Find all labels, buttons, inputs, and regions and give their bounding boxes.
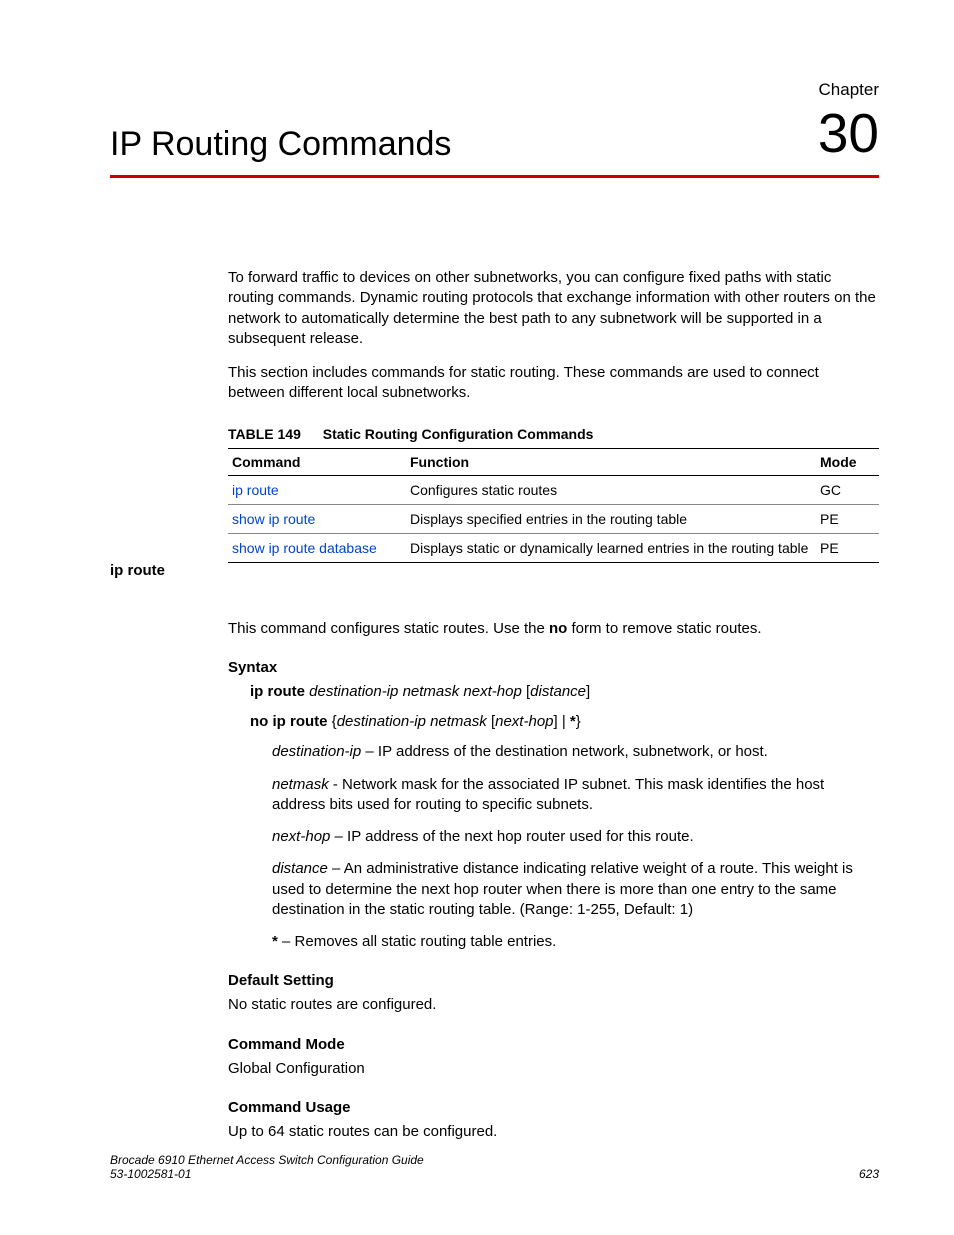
- syntax-text: [: [487, 713, 495, 730]
- intro-paragraph-1: To forward traffic to devices on other s…: [228, 268, 879, 349]
- syntax-args: distance: [530, 683, 586, 700]
- table-head-command: Command: [228, 448, 406, 475]
- syntax-args: destination-ip netmask: [337, 713, 487, 730]
- param-next-hop: next-hop – IP address of the next hop ro…: [272, 827, 879, 847]
- param-desc: - Network mask for the associated IP sub…: [272, 776, 824, 813]
- cmd-func: Displays static or dynamically learned e…: [406, 533, 816, 562]
- desc-text: This command configures static routes. U…: [228, 620, 549, 637]
- header-rule: [110, 175, 879, 178]
- param-name: destination-ip: [272, 743, 361, 760]
- syntax-text: ] |: [554, 713, 570, 730]
- desc-text: form to remove static routes.: [567, 620, 761, 637]
- syntax-text: ]: [586, 683, 590, 700]
- syntax-text: [: [522, 683, 530, 700]
- cmd-link-show-ip-route-database[interactable]: show ip route database: [232, 540, 377, 556]
- cmd-mode: PE: [816, 504, 879, 533]
- cmd-func: Displays specified entries in the routin…: [406, 504, 816, 533]
- param-name: next-hop: [272, 828, 330, 845]
- command-usage-text: Up to 64 static routes can be configured…: [228, 1122, 879, 1142]
- param-destination-ip: destination-ip – IP address of the desti…: [272, 742, 879, 762]
- chapter-label: Chapter: [818, 80, 879, 100]
- syntax-cmd: ip route: [250, 683, 309, 700]
- table-head-mode: Mode: [816, 448, 879, 475]
- table-title: Static Routing Configuration Commands: [323, 426, 594, 442]
- param-netmask: netmask - Network mask for the associate…: [272, 775, 879, 816]
- table-row: ip route Configures static routes GC: [228, 475, 879, 504]
- footer-doc-id: 53-1002581-01: [110, 1167, 424, 1181]
- page-footer: Brocade 6910 Ethernet Access Switch Conf…: [110, 1153, 879, 1181]
- syntax-args: destination-ip netmask next-hop: [309, 683, 522, 700]
- param-asterisk: * – Removes all static routing table ent…: [272, 932, 879, 952]
- chapter-header: IP Routing Commands Chapter 30: [110, 80, 879, 175]
- syntax-cmd: no ip route: [250, 713, 332, 730]
- syntax-args: next-hop: [495, 713, 553, 730]
- commands-table: Command Function Mode ip route Configure…: [228, 448, 879, 563]
- param-distance: distance – An administrative distance in…: [272, 859, 879, 920]
- default-setting-text: No static routes are configured.: [228, 995, 879, 1015]
- table-row: show ip route Displays specified entries…: [228, 504, 879, 533]
- chapter-number: 30: [818, 106, 879, 161]
- param-name: distance: [272, 860, 328, 877]
- desc-bold: no: [549, 620, 567, 637]
- param-desc: – IP address of the destination network,…: [361, 743, 768, 760]
- param-desc: – IP address of the next hop router used…: [330, 828, 693, 845]
- footer-doc-title: Brocade 6910 Ethernet Access Switch Conf…: [110, 1153, 424, 1167]
- section-heading-ip-route: ip route: [110, 562, 165, 579]
- cmd-mode: GC: [816, 475, 879, 504]
- param-desc: – An administrative distance indicating …: [272, 860, 853, 918]
- command-mode-heading: Command Mode: [228, 1036, 879, 1053]
- default-setting-heading: Default Setting: [228, 972, 879, 989]
- ip-route-description: This command configures static routes. U…: [228, 619, 879, 639]
- table-caption: TABLE 149 Static Routing Configuration C…: [228, 426, 879, 442]
- syntax-line-2: no ip route {destination-ip netmask [nex…: [250, 712, 879, 732]
- cmd-link-show-ip-route[interactable]: show ip route: [232, 511, 315, 527]
- intro-paragraph-2: This section includes commands for stati…: [228, 363, 879, 404]
- table-row: show ip route database Displays static o…: [228, 533, 879, 562]
- command-mode-text: Global Configuration: [228, 1059, 879, 1079]
- table-number: TABLE 149: [228, 426, 301, 442]
- cmd-func: Configures static routes: [406, 475, 816, 504]
- syntax-heading: Syntax: [228, 659, 879, 676]
- footer-page-number: 623: [859, 1167, 879, 1181]
- page-title: IP Routing Commands: [110, 127, 451, 161]
- command-usage-heading: Command Usage: [228, 1099, 879, 1116]
- cmd-link-ip-route[interactable]: ip route: [232, 482, 279, 498]
- syntax-line-1: ip route destination-ip netmask next-hop…: [250, 682, 879, 702]
- param-name: netmask: [272, 776, 329, 793]
- param-desc: – Removes all static routing table entri…: [278, 933, 556, 950]
- cmd-mode: PE: [816, 533, 879, 562]
- syntax-text: }: [576, 713, 581, 730]
- table-head-function: Function: [406, 448, 816, 475]
